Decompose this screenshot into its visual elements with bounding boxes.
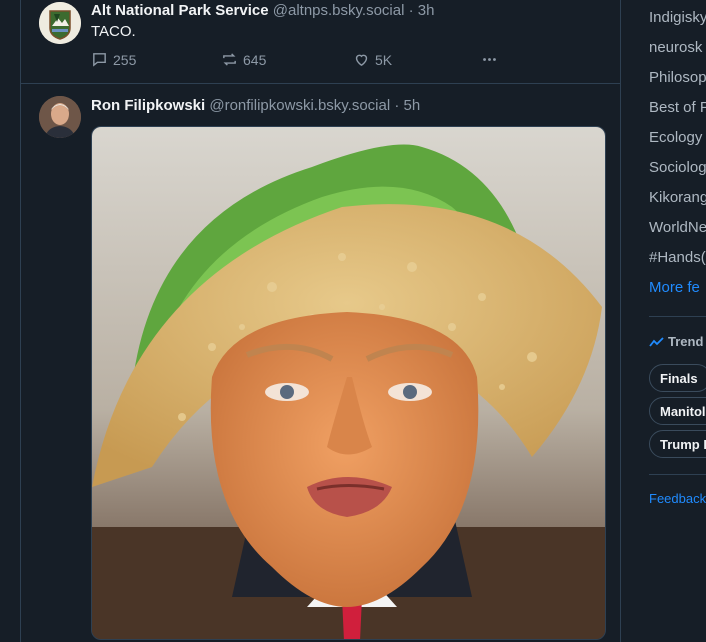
- post-altnps[interactable]: Alt National Park Service @altnps.bsky.s…: [21, 0, 620, 84]
- repost-count: 645: [243, 51, 267, 68]
- feed-column: Alt National Park Service @altnps.bsky.s…: [20, 0, 621, 642]
- taco-face-image: [92, 127, 605, 639]
- trending-icon: [649, 336, 664, 347]
- avatar[interactable]: [39, 96, 81, 138]
- post-actions: 255 645 5K: [91, 51, 511, 71]
- ellipsis-icon: [483, 58, 496, 61]
- reply-icon: [93, 53, 106, 67]
- reply-count: 255: [113, 51, 137, 68]
- more-feeds-link[interactable]: More fe: [649, 279, 700, 296]
- post-header: Ron Filipkowski @ronfilipkowski.bsky.soc…: [91, 97, 420, 114]
- like-count: 5K: [375, 51, 393, 68]
- reply-button[interactable]: 255: [91, 51, 136, 68]
- park-service-logo-icon: [39, 2, 81, 44]
- feed-link-1[interactable]: neurosk: [649, 39, 702, 56]
- display-name[interactable]: Alt National Park Service: [91, 2, 269, 19]
- more-options-button[interactable]: [481, 51, 498, 68]
- feed-link-4[interactable]: Ecology: [649, 129, 702, 146]
- divider: [649, 474, 706, 475]
- handle[interactable]: @altnps.bsky.social: [273, 2, 405, 19]
- repost-button[interactable]: 645: [221, 51, 266, 68]
- trending-pill-1[interactable]: Manitol: [649, 397, 706, 425]
- feed-link-5[interactable]: Sociolog: [649, 159, 706, 176]
- separator: ·: [408, 2, 414, 19]
- post-text: TACO.: [91, 23, 136, 40]
- trending-title: Trend: [668, 334, 704, 349]
- trending-header: Trend: [649, 334, 703, 349]
- timestamp[interactable]: 5h: [404, 97, 421, 114]
- feed-link-7[interactable]: WorldNe: [649, 219, 706, 236]
- separator: ·: [394, 97, 400, 114]
- trending-pill-2[interactable]: Trump I: [649, 430, 706, 458]
- like-button[interactable]: 5K: [353, 51, 392, 68]
- avatar[interactable]: [39, 2, 81, 44]
- feedback-link[interactable]: Feedback: [649, 491, 706, 506]
- feed-link-8[interactable]: #Hands(: [649, 249, 706, 266]
- display-name[interactable]: Ron Filipkowski: [91, 97, 205, 114]
- profile-photo-icon: [39, 96, 81, 138]
- trending-pill-0[interactable]: Finals: [649, 364, 706, 392]
- post-ronfilipkowski[interactable]: Ron Filipkowski @ronfilipkowski.bsky.soc…: [21, 84, 620, 642]
- timestamp[interactable]: 3h: [418, 2, 435, 19]
- feed-link-3[interactable]: Best of F: [649, 99, 706, 116]
- feed-link-6[interactable]: Kikorang: [649, 189, 706, 206]
- post-header: Alt National Park Service @altnps.bsky.s…: [91, 2, 434, 19]
- feed-link-2[interactable]: Philosop: [649, 69, 706, 86]
- right-sidebar: Indigisky neurosk Philosop Best of F Eco…: [622, 0, 706, 642]
- post-image[interactable]: [91, 126, 606, 640]
- repost-icon: [223, 53, 236, 66]
- handle[interactable]: @ronfilipkowski.bsky.social: [209, 97, 390, 114]
- divider: [649, 316, 706, 317]
- heart-icon: [355, 54, 368, 67]
- feed-link-0[interactable]: Indigisky: [649, 9, 706, 26]
